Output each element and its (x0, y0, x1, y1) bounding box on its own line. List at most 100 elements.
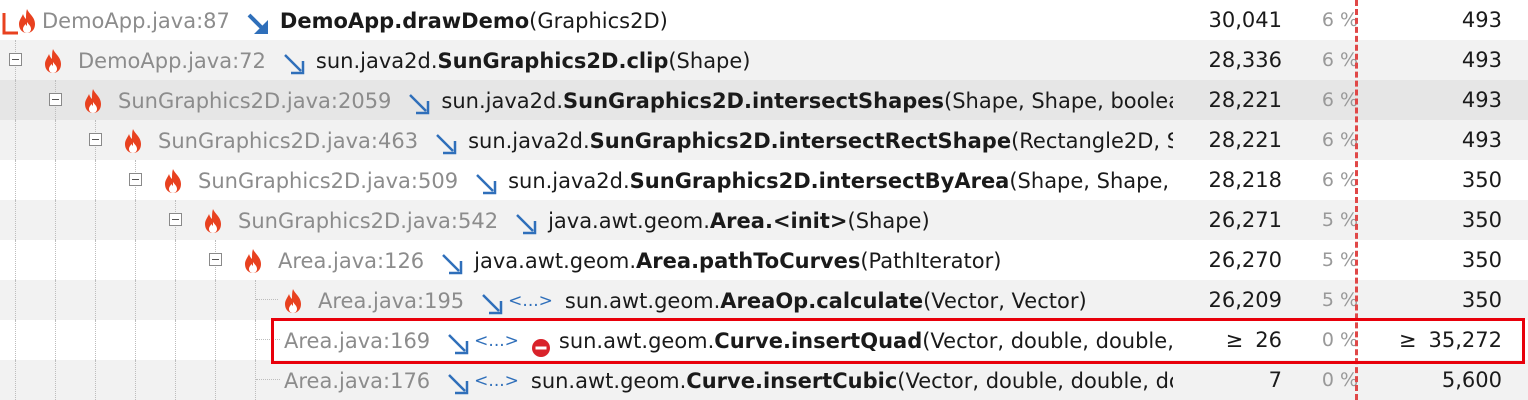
tree-guide-line (55, 200, 56, 240)
time-value: 26,271 (1208, 208, 1282, 232)
class-name: SunGraphics2D (589, 129, 771, 153)
invocations-value: 350 (1461, 168, 1502, 192)
tree-guide-line (95, 160, 96, 200)
table-row[interactable]: SunGraphics2D.java:463 sun.java2d.SunGrap… (0, 120, 1528, 160)
tree-guide-line (215, 280, 216, 320)
source-location[interactable]: DemoApp.java:72 (78, 49, 266, 73)
source-location[interactable]: Area.java:195 (318, 289, 464, 313)
tree-connector (256, 299, 278, 300)
time-cell: 7 (1162, 360, 1282, 400)
source-location[interactable]: SunGraphics2D.java:509 (198, 169, 458, 193)
method-separator: . (808, 289, 817, 313)
table-row[interactable]: Area.java:176 <...> sun.awt.geom.Curve.ins… (0, 360, 1528, 400)
package-name: sun.java2d. (468, 129, 590, 153)
tree-guide-line (175, 280, 176, 320)
class-name: SunGraphics2D (437, 49, 619, 73)
time-value: 28,218 (1208, 168, 1282, 192)
tree-guide-line (55, 160, 56, 200)
method-name: intersectShapes (751, 89, 945, 113)
tree-guide-line (175, 360, 176, 400)
table-row[interactable]: Area.java:126 java.awt.geom.Area.pathToCu… (0, 240, 1528, 280)
package-name: java.awt.geom. (548, 209, 710, 233)
table-row[interactable]: SunGraphics2D.java:542 java.awt.geom.Area… (0, 200, 1528, 240)
source-location[interactable]: SunGraphics2D.java:2059 (118, 89, 391, 113)
method-name: <init> (772, 209, 848, 233)
tree-guide-line (215, 320, 216, 360)
method-separator: . (754, 369, 763, 393)
call-node[interactable]: Area.java:195 <...> sun.awt.geom.AreaOp.ca… (318, 280, 1173, 320)
method-signature: (Vector, Vector) (923, 289, 1087, 313)
method-signature: (Graphics2D) (529, 9, 668, 33)
collapse-toggle[interactable] (169, 213, 182, 226)
table-row[interactable]: SunGraphics2D.java:2059 sun.java2d.SunGra… (0, 80, 1528, 120)
tree-guide-line (15, 160, 16, 200)
method-name: insertCubic (762, 369, 898, 393)
collapse-toggle[interactable] (129, 173, 142, 186)
time-value: 26,270 (1208, 248, 1282, 272)
tree-guide-line (215, 360, 216, 400)
call-arrow-icon (514, 209, 538, 235)
call-node[interactable]: Area.java:176 <...> sun.awt.geom.Curve.ins… (284, 360, 1173, 400)
flame-icon (122, 127, 144, 153)
time-cell: 28,336 (1162, 40, 1282, 80)
time-cell: 30,041 (1162, 0, 1282, 40)
table-row[interactable]: Area.java:195 <...> sun.awt.geom.AreaOp.ca… (0, 280, 1528, 320)
call-arrow-icon (446, 369, 470, 395)
tree-guide-line (135, 320, 136, 360)
source-location[interactable]: SunGraphics2D.java:463 (158, 129, 418, 153)
tree-guide-line (55, 240, 56, 280)
invocations-cell: 493 (1342, 120, 1502, 160)
call-node[interactable]: SunGraphics2D.java:2059 sun.java2d.SunGra… (118, 80, 1173, 120)
method-name: pathToCurves (699, 249, 861, 273)
method-separator: . (764, 209, 773, 233)
call-node[interactable]: SunGraphics2D.java:509 sun.java2d.SunGrap… (198, 160, 1173, 200)
collapse-toggle[interactable] (89, 133, 102, 146)
collapse-toggle[interactable] (209, 253, 222, 266)
call-node[interactable]: DemoApp.java:87 DemoApp.drawDemo(Graphics… (42, 0, 1173, 40)
class-name: Area (709, 209, 765, 233)
source-location[interactable]: Area.java:126 (278, 249, 424, 273)
package-name: java.awt.geom. (474, 249, 637, 273)
class-name: SunGraphics2D (563, 89, 744, 113)
source-location[interactable]: DemoApp.java:87 (42, 9, 230, 33)
flame-icon (202, 207, 224, 233)
method-separator: . (810, 169, 819, 193)
collapse-toggle[interactable] (49, 93, 62, 106)
time-cell: 28,221 (1162, 120, 1282, 160)
method-separator: . (744, 89, 752, 113)
collapse-toggle[interactable] (9, 53, 22, 66)
flame-icon (42, 47, 64, 73)
tree-guide-line (55, 360, 56, 400)
method-signature: (Vector, double, double, do (897, 369, 1173, 393)
method-signature: (Shape, Shape, boolean, (944, 89, 1173, 113)
method-signature: (PathIterator) (860, 249, 1002, 273)
call-node[interactable]: DemoApp.java:72 sun.java2d.SunGraphics2D.… (78, 40, 1173, 80)
class-name: DemoApp (279, 9, 395, 33)
invocations-value: 5,600 (1441, 368, 1502, 392)
call-node[interactable]: SunGraphics2D.java:542 java.awt.geom.Area… (238, 200, 1173, 240)
source-location[interactable]: Area.java:176 (284, 369, 430, 393)
method-signature: (Shape) (847, 209, 930, 233)
invocations-value: 350 (1461, 248, 1502, 272)
package-name: sun.awt.geom. (564, 289, 721, 313)
invocations-value: 493 (1461, 128, 1502, 152)
table-row[interactable]: DemoApp.java:87 DemoApp.drawDemo(Graphics… (0, 0, 1528, 40)
table-row[interactable]: DemoApp.java:72 sun.java2d.SunGraphics2D.… (0, 40, 1528, 80)
call-node[interactable]: Area.java:126 java.awt.geom.Area.pathToCu… (278, 240, 1173, 280)
time-cell: 26,271 (1162, 200, 1282, 240)
tree-guide-line (135, 240, 136, 280)
method-separator: . (691, 249, 700, 273)
call-arrow-icon (474, 169, 498, 195)
method-name: clip (626, 49, 669, 73)
table-row[interactable]: SunGraphics2D.java:509 sun.java2d.SunGrap… (0, 160, 1528, 200)
invocations-value: 350 (1461, 208, 1502, 232)
source-location[interactable]: SunGraphics2D.java:542 (238, 209, 498, 233)
time-value: 7 (1268, 368, 1282, 392)
tree-guide-line (255, 320, 256, 360)
call-node[interactable]: SunGraphics2D.java:463 sun.java2d.SunGrap… (158, 120, 1173, 160)
flame-icon (82, 87, 104, 113)
tree-guide-line (255, 280, 256, 320)
method-signature: (Rectangle2D, Sha (1011, 129, 1173, 153)
flame-icon (162, 167, 184, 193)
tree-guide-line (175, 320, 176, 360)
